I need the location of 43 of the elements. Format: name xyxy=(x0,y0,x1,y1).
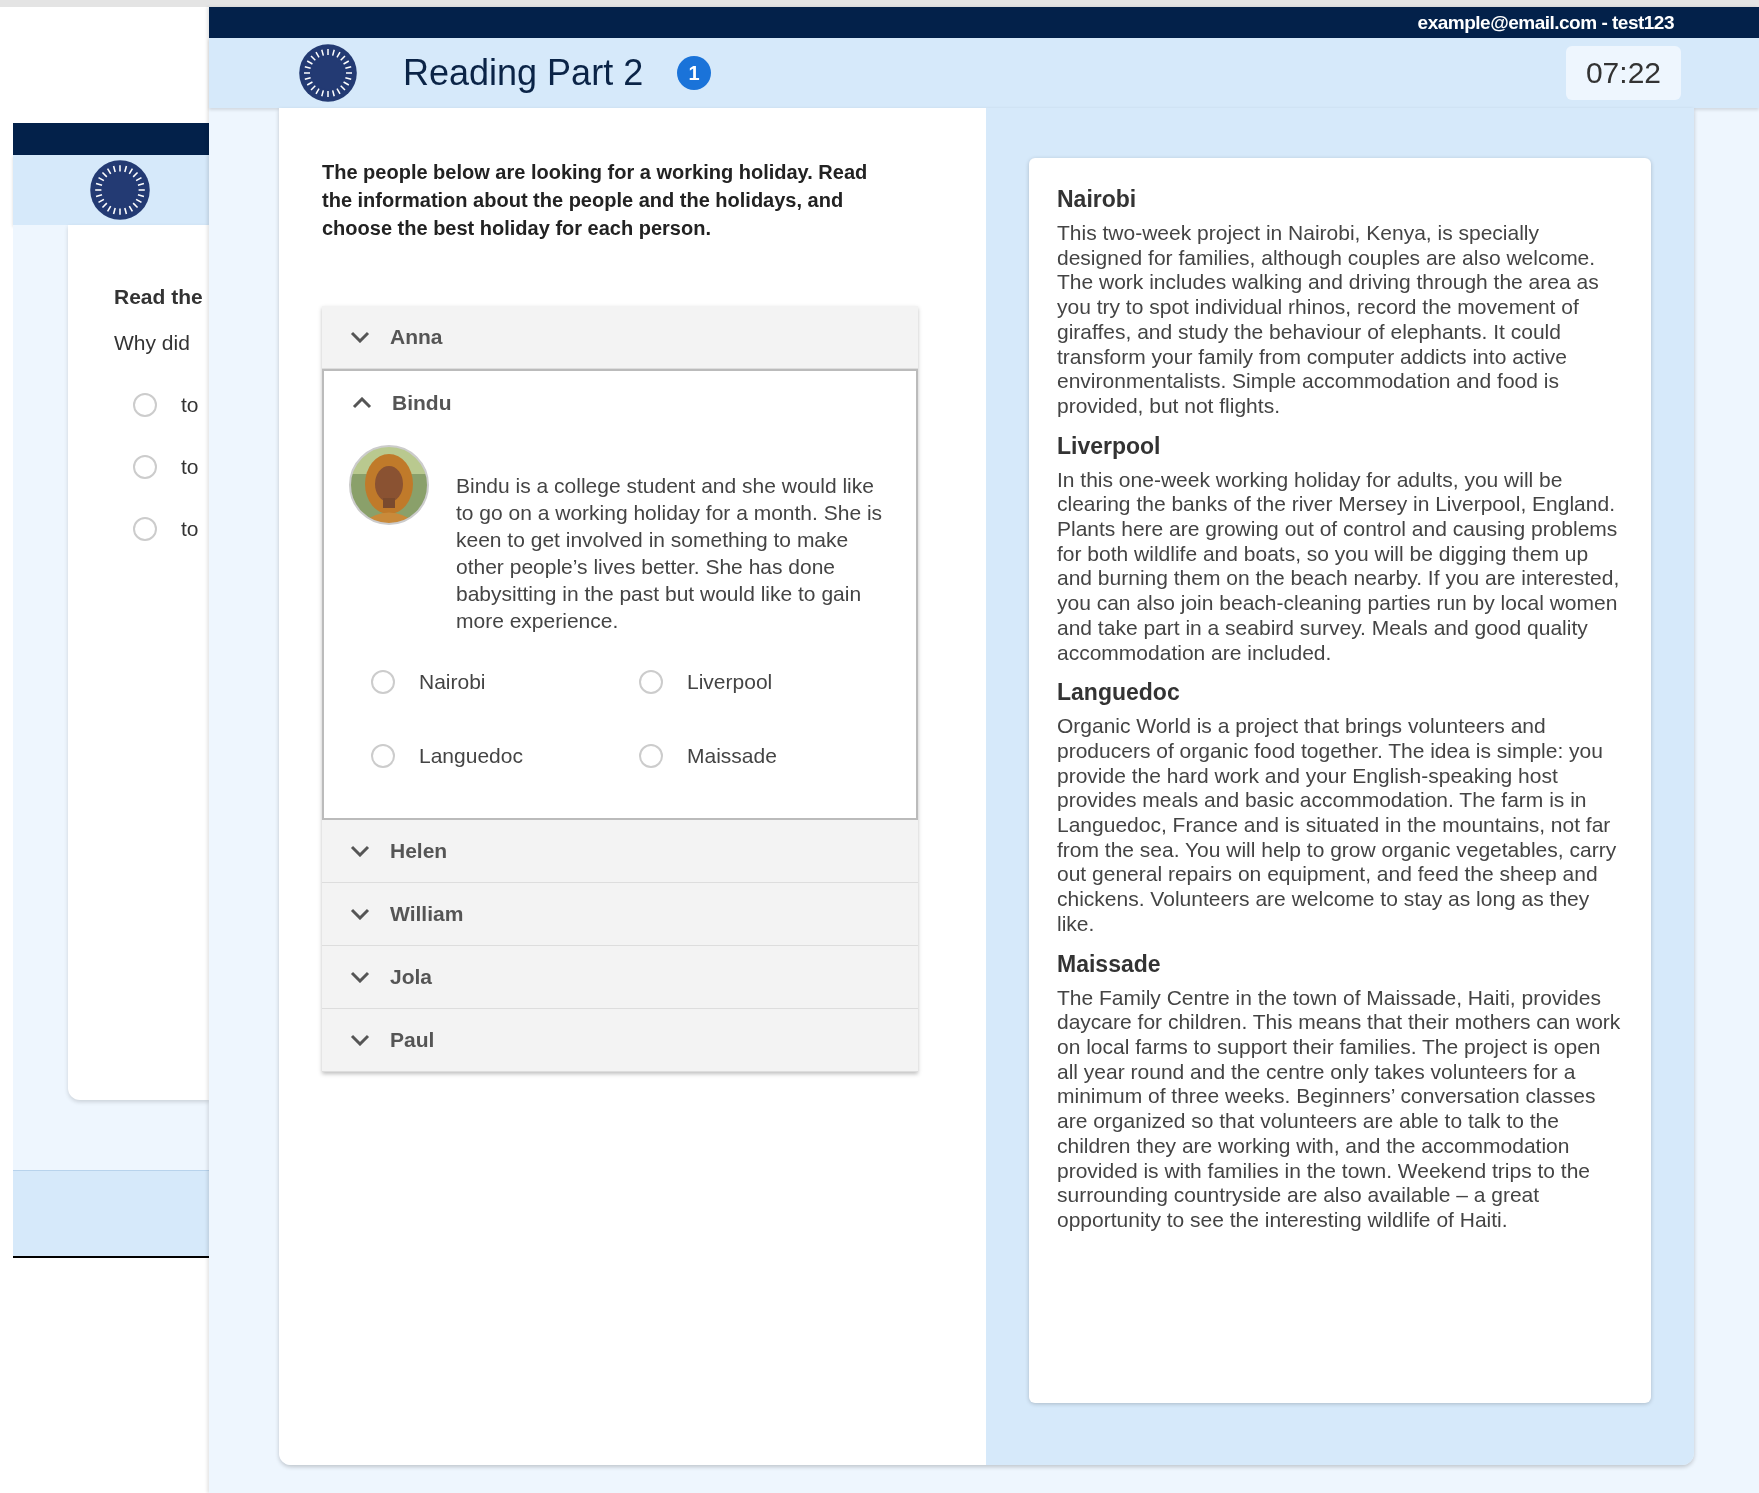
radio-button[interactable] xyxy=(133,393,157,417)
logo-icon xyxy=(89,159,151,221)
radio-button[interactable] xyxy=(133,517,157,541)
option-label: Nairobi xyxy=(419,670,486,694)
option-label: to xyxy=(181,455,199,479)
chevron-down-icon xyxy=(350,845,370,857)
logo-icon xyxy=(298,43,358,103)
timer: 07:22 xyxy=(1565,46,1681,100)
holiday-title: Liverpool xyxy=(1057,432,1162,460)
chevron-down-icon xyxy=(350,1034,370,1046)
question-heading: Read the xyxy=(114,285,204,309)
option-label: Maissade xyxy=(687,744,777,768)
option-label: Liverpool xyxy=(687,670,773,694)
chevron-down-icon xyxy=(350,971,370,983)
accordion-header[interactable]: William xyxy=(322,883,918,946)
holiday-text: This two-week project in Nairobi, Kenya, is specially designed for families, although couples are also welcome. The work includes walking and driving through the area as you try to spot individual rhinos, record the movement of giraffes, and study the behaviour of elephants. It could transform your family from computer addicts into active environmentalists. Simple accommodation and food is provided, but not flights. xyxy=(1057,221,1600,419)
option-label: to xyxy=(181,517,199,541)
radio-button[interactable] xyxy=(133,455,157,479)
option-label: to xyxy=(181,393,199,417)
person-description: Bindu is a college student and she would like to go on a working holiday for a month. She is keen to get involved in something to make other people’s lives better. She has done babysitting in the past but would like to gain more experience. xyxy=(456,473,884,634)
radio-button[interactable] xyxy=(639,744,663,768)
holiday-text: In this one-week working holiday for adults, you will be clearing the banks of the river Mersey in Liverpool, England. Plants here are growing out of control and causing problems for both wildlife and boats, so you will be digging them up and burning them on the beach nearby. If you are interested, you can also join beach-cleaning parties run by local women and take part in a seabird survey. Meals and good quality accommodation are included. xyxy=(1057,467,1621,666)
account-label: example@email.com - test123 xyxy=(1417,11,1674,34)
radio-button[interactable] xyxy=(371,670,395,694)
holiday-title: Languedoc xyxy=(1057,679,1181,707)
chevron-down-icon xyxy=(350,908,370,920)
holiday-title: Nairobi xyxy=(1057,186,1138,213)
page-title: Reading Part 2 xyxy=(403,52,644,94)
question-text: Why did xyxy=(114,331,191,355)
radio-button[interactable] xyxy=(371,744,395,768)
accordion-header[interactable]: Paul xyxy=(322,1009,918,1072)
chevron-up-icon xyxy=(352,396,372,409)
holiday-text: Organic World is a project that brings volunteers and producers of organic food together. The idea is simple: you provide the hard work and your English-speaking host provides meals and basic accommodation. The farm is in Languedoc, France and is situated in the mountains, not far from the sea. You will help to grow organic vegetables, carry out general repairs on equipment, and feed the sheep and chickens. Volunteers are welcome to stay as long as they like. xyxy=(1057,714,1618,937)
count-badge: 1 xyxy=(677,56,712,90)
chevron-down-icon xyxy=(350,331,370,343)
radio-button[interactable] xyxy=(639,670,663,694)
instructions: The people below are looking for a working holiday. Read the information about the people and the holidays, and choose the best holiday for each person. xyxy=(322,160,869,241)
accordion-header[interactable]: Anna xyxy=(322,306,918,369)
accordion-header[interactable]: Helen xyxy=(322,820,918,883)
holiday-title: Maissade xyxy=(1057,950,1162,978)
option-label: Languedoc xyxy=(419,744,523,768)
accordion-header[interactable]: Jola xyxy=(322,946,918,1009)
holiday-text: The Family Centre in the town of Maissade, Haiti, provides daycare for children. This means that their mothers can work on local farms to support their families. The project is open all year round and the centre only takes volunteers for a minimum of three weeks. Beginners’ conversation classes are organized so that volunteers are able to talk to the children they are working with, and the accommodation provided is with families in the town. Weekend trips to the surrounding countryside are also available – a great opportunity to see the interesting wildlife of Haiti. xyxy=(1057,985,1622,1233)
